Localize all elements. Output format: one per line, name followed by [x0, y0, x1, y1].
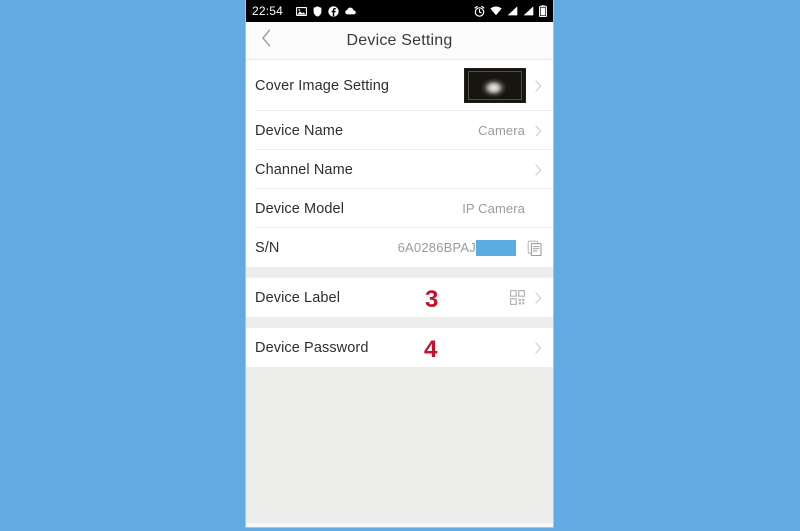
row-value: Camera: [478, 123, 525, 138]
row-label: Device Label: [255, 289, 341, 306]
status-bar-right: [474, 5, 547, 17]
gallery-icon: [296, 6, 308, 16]
page-title: Device Setting: [346, 31, 453, 49]
screen-bottom-edge: [246, 523, 553, 527]
row-cover-image-setting[interactable]: Cover Image Setting: [246, 60, 553, 111]
signal-icon: [507, 6, 518, 16]
row-device-model: Device Model IP Camera: [246, 189, 553, 228]
chevron-right-icon: [533, 163, 544, 177]
qr-code-icon: [509, 290, 525, 306]
annotation-number-4: 4: [424, 336, 438, 363]
chevron-placeholder: [533, 202, 544, 216]
row-serial-number: S/N 6A0286BPAJ: [246, 228, 553, 267]
section-gap-1: [246, 267, 553, 278]
cover-image-thumbnail[interactable]: [464, 68, 526, 103]
battery-icon: [539, 5, 547, 17]
serial-number-redaction: [476, 239, 516, 256]
cloud-icon: [345, 7, 357, 15]
wifi-icon: [490, 6, 502, 16]
row-label: Device Password: [255, 339, 369, 356]
settings-group-1: Cover Image Setting Device Name Camera C…: [246, 60, 553, 267]
back-button[interactable]: [246, 22, 286, 60]
row-device-name[interactable]: Device Name Camera: [246, 111, 553, 150]
chevron-right-icon: [533, 79, 544, 93]
shield-icon: [313, 5, 322, 17]
row-value: IP Camera: [462, 201, 525, 216]
signal-2-icon: [523, 6, 534, 16]
status-bar-left: 22:54: [252, 4, 357, 18]
chevron-right-icon: [533, 291, 544, 305]
chevron-left-icon: [261, 29, 272, 52]
empty-area: [246, 367, 553, 527]
row-label: Cover Image Setting: [255, 77, 390, 94]
annotation-number-3: 3: [425, 286, 439, 313]
chevron-right-icon: [533, 124, 544, 138]
row-device-label[interactable]: Device Label 3: [246, 278, 553, 317]
row-label: Device Name: [255, 122, 344, 139]
row-label: Channel Name: [255, 161, 353, 178]
chevron-right-icon: [533, 341, 544, 355]
row-label: S/N: [255, 239, 280, 256]
settings-group-3: Device Password 4: [246, 328, 553, 367]
section-gap-2: [246, 317, 553, 328]
serial-number-text: 6A0286BPAJ: [397, 240, 476, 255]
row-channel-name[interactable]: Channel Name: [246, 150, 553, 189]
status-bar: 22:54: [246, 0, 553, 22]
row-device-password[interactable]: Device Password 4: [246, 328, 553, 367]
phone-screen: 22:54 Device Setting Cover Image Setting…: [246, 0, 553, 527]
copy-icon[interactable]: [526, 239, 544, 257]
serial-number-value: 6A0286BPAJ: [397, 239, 516, 256]
facebook-icon: [328, 5, 339, 17]
status-bar-clock: 22:54: [252, 4, 284, 18]
app-header: Device Setting: [246, 22, 553, 60]
alarm-icon: [474, 5, 485, 17]
row-label: Device Model: [255, 200, 345, 217]
settings-group-2: Device Label 3: [246, 278, 553, 317]
settings-scroll-area: Cover Image Setting Device Name Camera C…: [246, 60, 553, 527]
